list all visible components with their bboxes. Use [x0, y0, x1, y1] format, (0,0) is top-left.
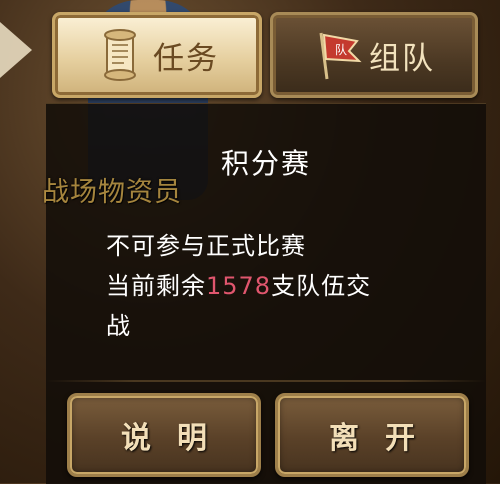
remaining-teams-count: 1578: [206, 272, 272, 300]
message-line-2-prefix: 当前剩余: [106, 272, 206, 300]
tab-task[interactable]: 任务: [52, 12, 262, 98]
team-flag-icon: 队: [319, 32, 362, 80]
dialog-message: 不可参与正式比赛 当前剩余1578支队伍交 战: [106, 226, 386, 346]
tab-team[interactable]: 队 组队: [270, 12, 478, 98]
back-arrow-icon[interactable]: [0, 22, 32, 78]
message-line-3: 战: [106, 312, 131, 340]
explain-button[interactable]: 说明: [67, 393, 261, 477]
dialog-divider: [46, 380, 486, 382]
leave-button[interactable]: 离开: [275, 393, 469, 477]
npc-name-label: 战场物资员: [42, 177, 182, 208]
tab-task-label: 任务: [153, 40, 219, 77]
points-match-dialog: 积分赛 不可参与正式比赛 当前剩余1578支队伍交 战 说明 离开: [46, 103, 486, 484]
team-flag-glyph: 队: [335, 42, 347, 57]
leave-button-label: 离开: [329, 421, 441, 456]
tab-team-label: 组队: [369, 40, 435, 77]
message-line-2-suffix: 支队伍交: [271, 272, 372, 300]
message-line-1: 不可参与正式比赛: [106, 232, 306, 260]
explain-button-label: 说明: [121, 421, 233, 456]
scroll-icon: [104, 29, 136, 81]
